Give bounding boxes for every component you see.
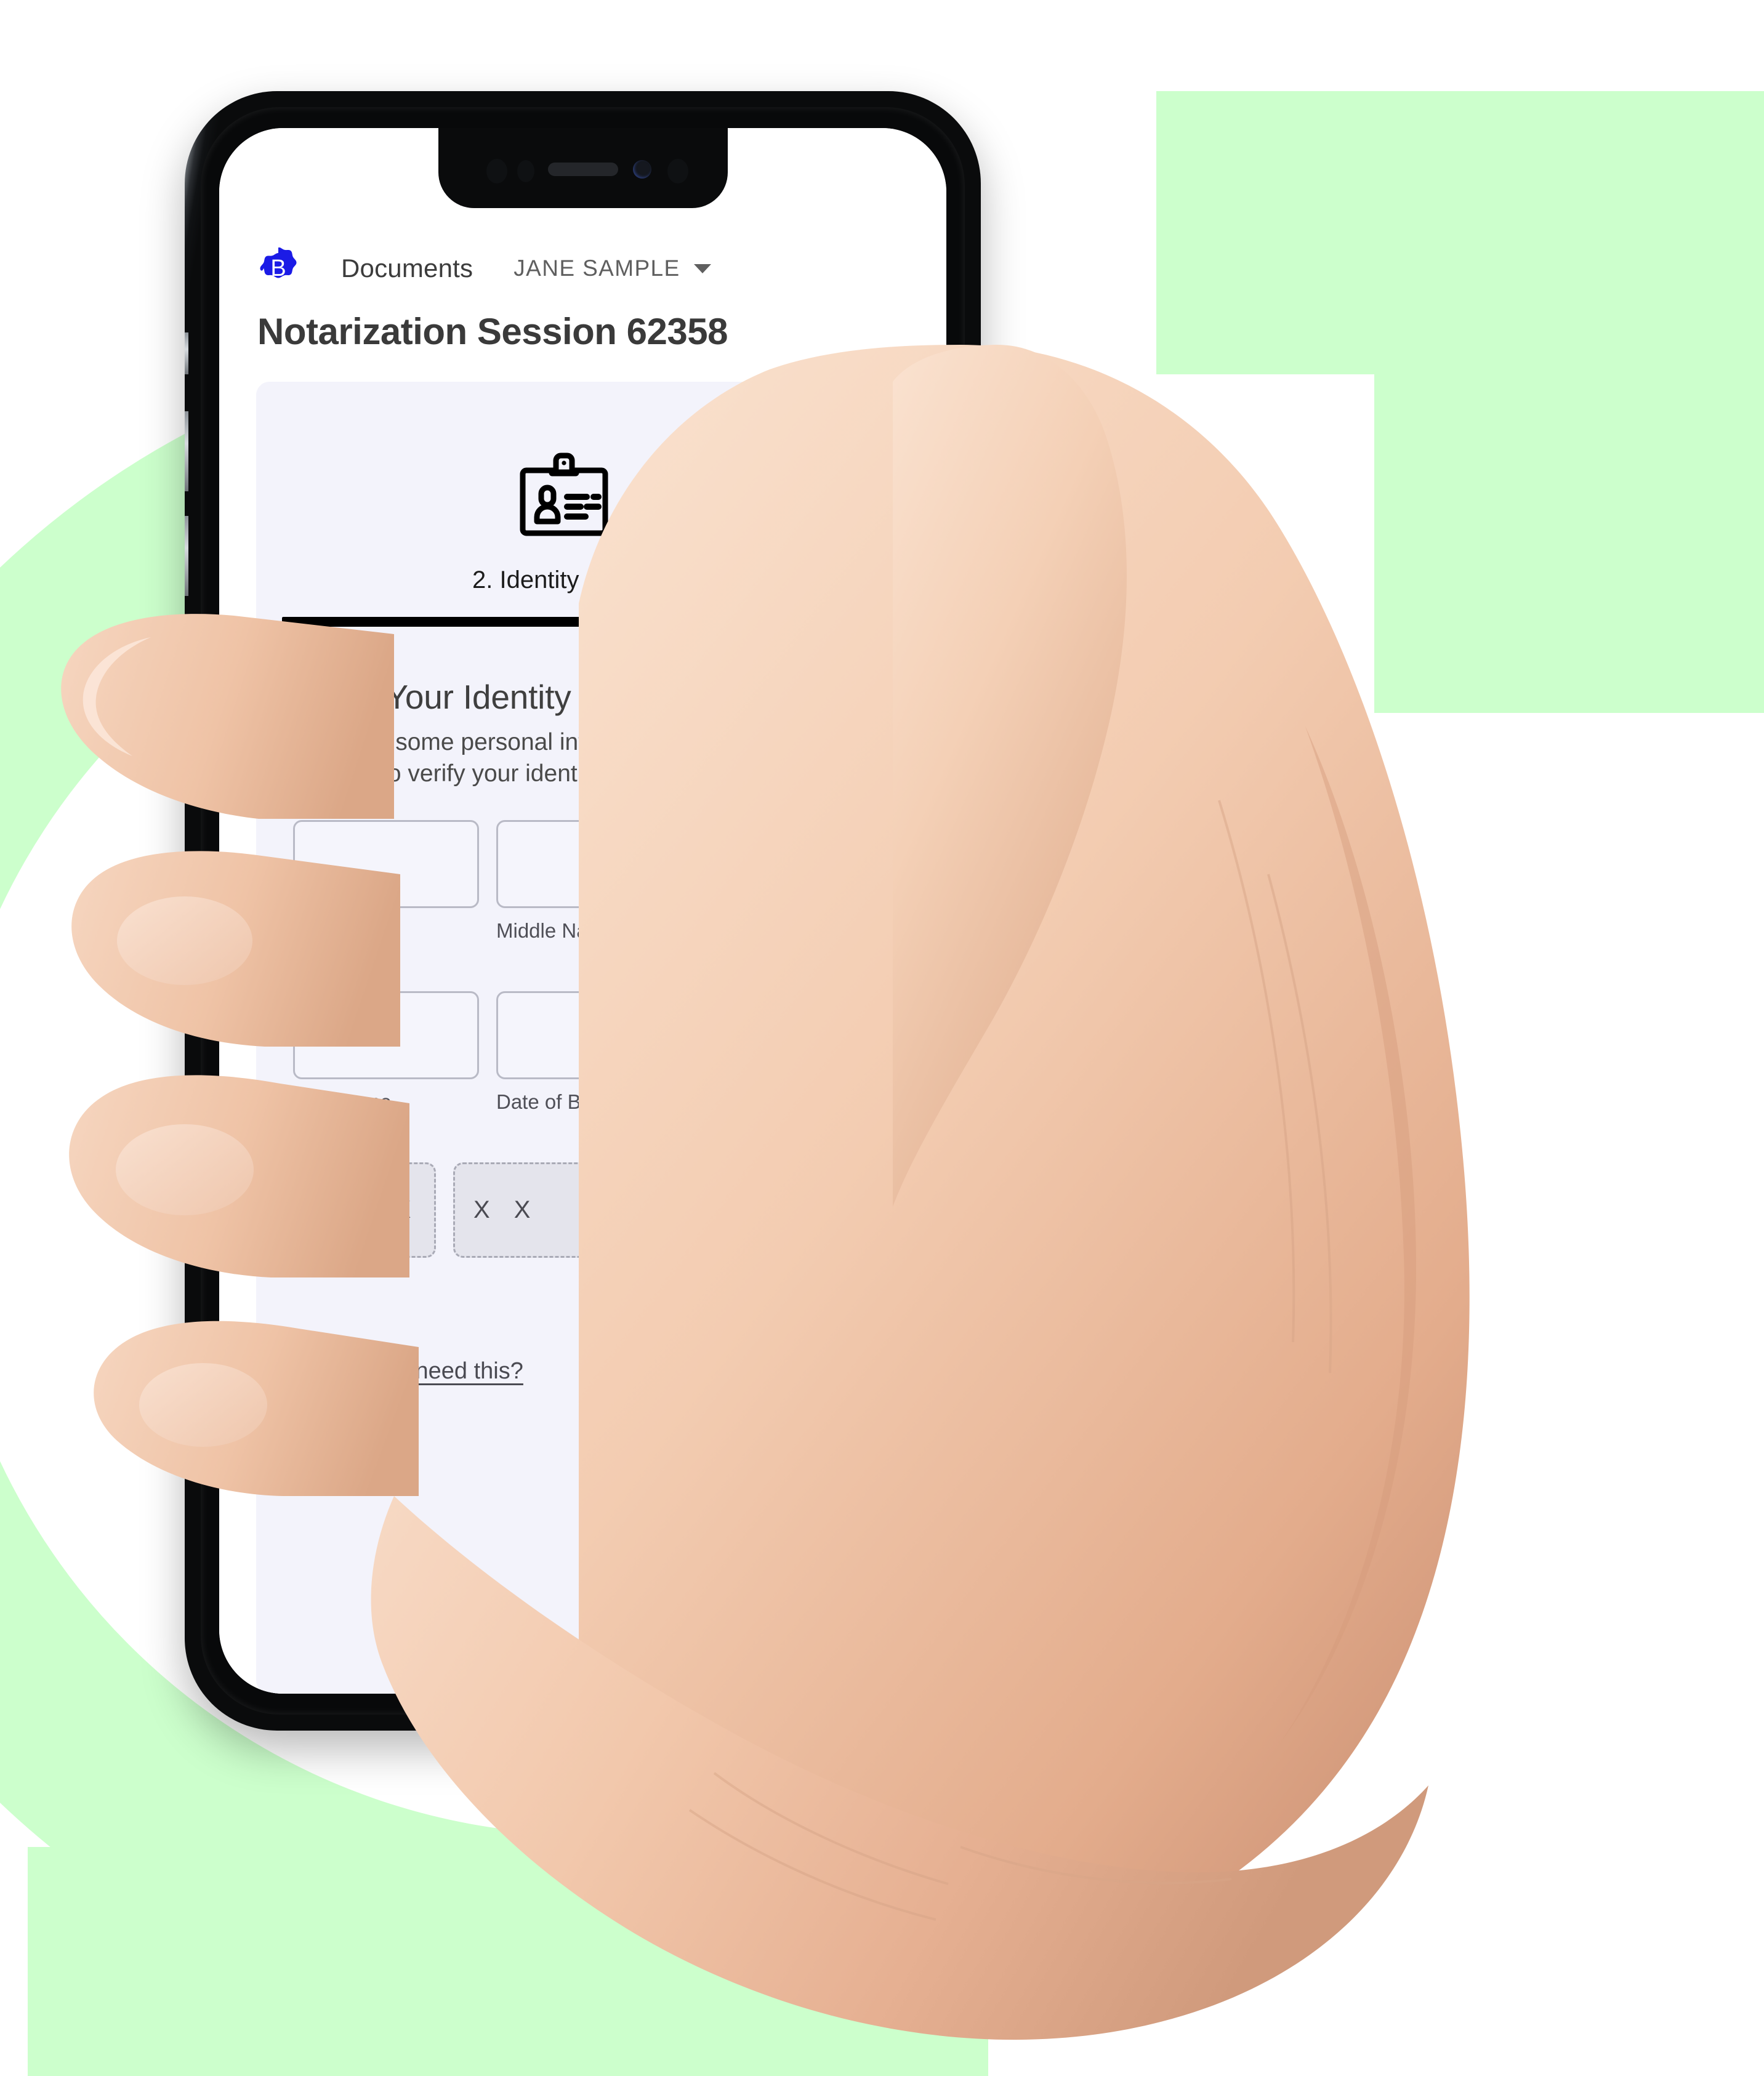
phone-screen: B Documents JANE SAMPLE Notarization Ses… [219, 128, 946, 1694]
why-do-we-need-this-link[interactable]: Why do we need this? [293, 1358, 523, 1385]
dot-projector-icon [667, 159, 688, 183]
nav-link-documents[interactable]: Documents [341, 254, 473, 283]
green-rect-bottom [28, 1847, 988, 2076]
smartphone-device: B Documents JANE SAMPLE Notarization Ses… [185, 91, 981, 1731]
calendar-icon[interactable] [637, 1020, 666, 1051]
power-button[interactable] [977, 436, 981, 559]
last-name-field-group: Last Name [293, 991, 479, 1114]
last-name-input[interactable] [293, 991, 479, 1079]
name-fields-row: First Name Middle Name [293, 820, 682, 943]
white-cutout-b [1374, 713, 1764, 2076]
green-rect-right [1374, 91, 1764, 713]
white-cutout-a [1156, 374, 1374, 714]
ssn-group2-masked: X X [453, 1162, 596, 1258]
ssn-group1-group: X X X [293, 1162, 436, 1318]
ssn-last4-label: Last 4 of SSN [618, 1269, 683, 1317]
ssn-fields-row: X X X X X – – – – Last 4 of SSN [293, 1162, 723, 1318]
middle-name-input[interactable] [496, 820, 682, 908]
phone-notch [438, 128, 728, 208]
ssn-last4-group: – – – – Last 4 of SSN [618, 1162, 723, 1318]
first-name-label: First Name [293, 919, 393, 942]
date-of-birth-field-group: Date of Birth [496, 991, 682, 1114]
first-name-input[interactable] [293, 820, 479, 908]
ssn-last4-input[interactable]: – – – – [618, 1162, 723, 1258]
identity-check-card: 2. Identity Check Verify Your Identity W… [256, 382, 872, 1694]
proximity-sensor-icon [486, 159, 507, 183]
date-of-birth-label: Date of Birth [496, 1090, 610, 1113]
section-description: We need some personal information in ord… [293, 729, 679, 787]
ssn-last4-placeholder: – – – – [638, 1181, 718, 1236]
earpiece-speaker-icon [547, 163, 618, 176]
volume-up-button[interactable] [185, 411, 188, 491]
app-top-navigation-bar: B Documents JANE SAMPLE [219, 238, 946, 299]
white-cutout-bottom-right [1158, 1958, 1764, 2076]
chevron-down-icon [693, 264, 711, 273]
section-title: Verify Your Identity [293, 678, 571, 716]
mute-switch[interactable] [185, 332, 188, 374]
step-progress-fill [282, 617, 846, 627]
step-label: 2. Identity Check [472, 566, 656, 593]
ssn-group2-group: X X [453, 1162, 596, 1318]
lastname-dob-fields-row: Last Name Date of Birth [293, 991, 682, 1114]
last-name-label: Last Name [293, 1090, 392, 1113]
white-cutout-top [0, 0, 1156, 91]
app-viewport: B Documents JANE SAMPLE Notarization Ses… [219, 128, 946, 1694]
ssn-group1-mask-text: X X X [313, 1196, 420, 1223]
date-of-birth-input[interactable] [496, 991, 682, 1079]
front-camera-icon [632, 160, 651, 179]
middle-name-field-group: Middle Name [496, 820, 682, 943]
id-badge-icon [256, 448, 872, 541]
svg-text:B: B [270, 255, 286, 281]
ambient-light-sensor-icon [517, 160, 534, 182]
ssn-group1-masked: X X X [293, 1162, 436, 1258]
step-progress-bar [282, 617, 846, 627]
ssn-group2-mask-text: X X [473, 1196, 539, 1223]
user-account-name: JANE SAMPLE [513, 255, 680, 281]
first-name-field-group: First Name [293, 820, 479, 943]
volume-down-button[interactable] [185, 516, 188, 596]
middle-name-label: Middle Name [496, 919, 616, 942]
brand-badge-logo-icon[interactable]: B [257, 247, 299, 289]
user-account-menu[interactable]: JANE SAMPLE [513, 255, 711, 281]
page-title: Notarization Session 62358 [257, 311, 728, 352]
